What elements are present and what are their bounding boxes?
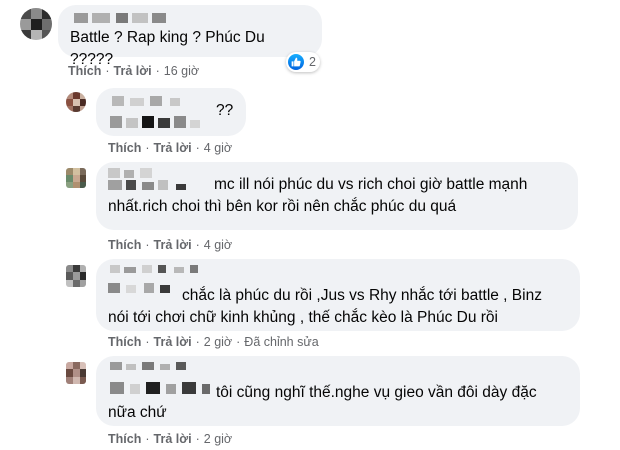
- timestamp[interactable]: 2 giờ: [204, 335, 232, 349]
- timestamp[interactable]: 16 giờ: [164, 64, 199, 78]
- comment-actions: Thích · Trả lời · 2 giờ · Đã chỉnh sửa: [108, 335, 319, 349]
- comment-bubble: tôi cũng nghĩ thế.nghe vụ gieo vần đôi d…: [96, 356, 580, 426]
- comment: Battle ? Rap king ? Phúc Du ????? 2 Thíc…: [0, 0, 620, 82]
- avatar[interactable]: [66, 92, 86, 112]
- like-button[interactable]: Thích: [68, 64, 101, 78]
- comment-bubble: mc ill nói phúc du vs rich choi giờ batt…: [96, 162, 578, 230]
- comment-text-line-1: chắc là phúc du rồi ,Jus vs Rhy nhắc tới…: [182, 287, 542, 304]
- comment-text-line-2: nữa chứ: [108, 404, 167, 421]
- comment: mc ill nói phúc du vs rich choi giờ batt…: [0, 162, 620, 257]
- separator: ·: [145, 141, 150, 155]
- avatar[interactable]: [66, 362, 86, 384]
- comment-bubble: ??: [96, 88, 246, 136]
- timestamp[interactable]: 4 giờ: [204, 141, 232, 155]
- comment-bubble: chắc là phúc du rồi ,Jus vs Rhy nhắc tới…: [96, 259, 580, 331]
- like-button[interactable]: Thích: [108, 141, 141, 155]
- comment-text: ??: [216, 102, 234, 119]
- comment-actions: Thích · Trả lời · 2 giờ: [108, 432, 232, 446]
- comment-actions: Thích · Trả lời · 16 giờ: [68, 64, 199, 78]
- reply-button[interactable]: Trả lời: [154, 335, 192, 349]
- comment-actions: Thích · Trả lời · 4 giờ: [108, 238, 232, 252]
- reply-button[interactable]: Trả lời: [154, 141, 192, 155]
- separator: ·: [145, 238, 150, 252]
- separator: ·: [195, 432, 200, 446]
- timestamp[interactable]: 4 giờ: [204, 238, 232, 252]
- comment: tôi cũng nghĩ thế.nghe vụ gieo vần đôi d…: [0, 354, 620, 450]
- separator: ·: [105, 64, 110, 78]
- reply-button[interactable]: Trả lời: [114, 64, 152, 78]
- comment: ?? Thích · Trả lời · 4 giờ: [0, 86, 620, 162]
- reaction-summary[interactable]: 2: [286, 52, 320, 72]
- redacted-content: [106, 362, 212, 396]
- separator: ·: [195, 335, 200, 349]
- separator: ·: [236, 335, 241, 349]
- like-button[interactable]: Thích: [108, 432, 141, 446]
- edited-label[interactable]: Đã chỉnh sửa: [244, 335, 318, 349]
- redacted-content: [108, 94, 208, 130]
- like-reaction-icon: [288, 54, 304, 70]
- comment-text-line-1: mc ill nói phúc du vs rich choi giờ batt…: [214, 176, 528, 193]
- separator: ·: [145, 432, 150, 446]
- comment-text-line-2: nói tới chơi chữ kinh khủng , thế chắc k…: [108, 309, 498, 326]
- comment-actions: Thích · Trả lời · 4 giờ: [108, 141, 232, 155]
- comment: chắc là phúc du rồi ,Jus vs Rhy nhắc tới…: [0, 259, 620, 354]
- reply-button[interactable]: Trả lời: [154, 432, 192, 446]
- comment-text-line-1: tôi cũng nghĩ thế.nghe vụ gieo vần đôi d…: [216, 384, 537, 401]
- avatar[interactable]: [66, 168, 86, 188]
- redacted-content: [106, 168, 202, 190]
- avatar[interactable]: [20, 8, 52, 40]
- separator: ·: [195, 238, 200, 252]
- separator: ·: [155, 64, 160, 78]
- reaction-count: 2: [309, 55, 316, 69]
- separator: ·: [145, 335, 150, 349]
- reply-button[interactable]: Trả lời: [154, 238, 192, 252]
- like-button[interactable]: Thích: [108, 335, 141, 349]
- timestamp[interactable]: 2 giờ: [204, 432, 232, 446]
- avatar[interactable]: [66, 265, 86, 287]
- comment-bubble: Battle ? Rap king ? Phúc Du ?????: [58, 5, 322, 68]
- comment-text-line-2: nhất.rich choi thì bên kor rồi nên chắc …: [108, 198, 457, 215]
- like-button[interactable]: Thích: [108, 238, 141, 252]
- commenter-name[interactable]: [70, 11, 310, 23]
- separator: ·: [195, 141, 200, 155]
